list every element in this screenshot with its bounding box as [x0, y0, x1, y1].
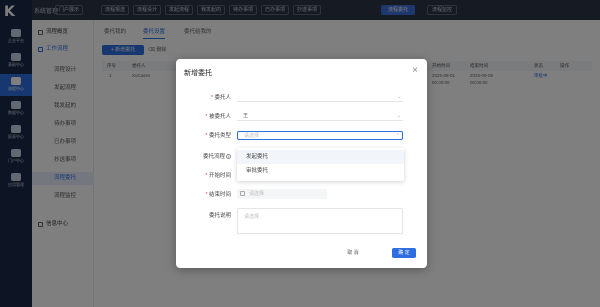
chevron-up-icon: ⌃: [395, 133, 400, 139]
type-label: * 委托类型: [205, 133, 231, 139]
type-select[interactable]: 请选择 ⌃: [237, 131, 403, 140]
chevron-down-icon: ⌄: [396, 113, 401, 119]
chevron-down-icon: ⌄: [396, 94, 401, 100]
close-icon[interactable]: ×: [412, 65, 418, 77]
delegatee-label: * 被委托人: [205, 114, 231, 120]
process-label: 委托流程 i: [181, 152, 231, 160]
dropdown-option-approve-delegate[interactable]: 审批委托: [237, 164, 404, 178]
calendar-icon: [240, 191, 245, 196]
delegator-select[interactable]: ⌄: [237, 93, 403, 102]
type-dropdown: 发起委托 审批委托: [237, 148, 404, 181]
start-label: * 开始时间: [205, 173, 231, 179]
delegator-label: * 委托人: [210, 95, 231, 101]
dialog-title: 新增委托: [184, 70, 212, 77]
note-label: 委托说明: [208, 213, 231, 219]
dropdown-option-start-delegate[interactable]: 发起委托: [237, 150, 404, 164]
confirm-button[interactable]: 确 定: [392, 248, 416, 258]
note-textarea[interactable]: 请选择: [237, 208, 403, 234]
end-label: * 结束时间: [205, 192, 231, 198]
end-date-picker[interactable]: 请选择: [237, 189, 327, 199]
cancel-button[interactable]: 取 消: [339, 248, 367, 258]
delegatee-select[interactable]: 王 ⌄: [237, 112, 403, 121]
info-icon: i: [226, 154, 231, 160]
